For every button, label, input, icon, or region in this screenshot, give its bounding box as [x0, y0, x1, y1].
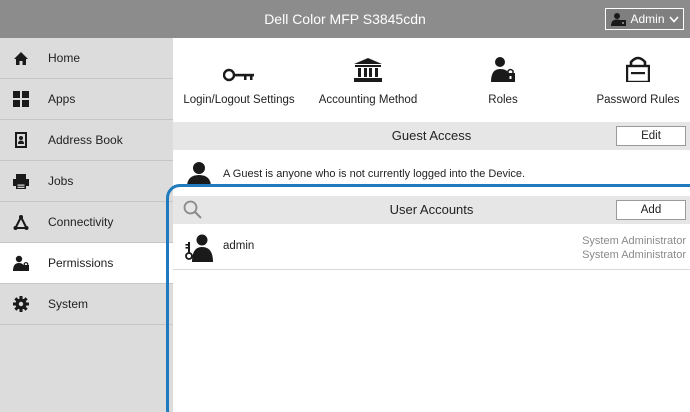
admin-user-label: Admin — [630, 12, 665, 26]
sidebar-item-label: Apps — [48, 92, 76, 106]
account-role: System Administrator — [582, 235, 686, 247]
sidebar-item-connectivity[interactable]: Connectivity — [0, 202, 173, 243]
tool-label: Accounting Method — [318, 94, 418, 106]
edit-guest-button[interactable]: Edit — [616, 126, 686, 146]
guest-description: A Guest is anyone who is not currently l… — [223, 168, 526, 180]
permissions-icon — [12, 254, 30, 272]
home-icon — [12, 49, 30, 67]
admin-user-button[interactable]: Admin — [605, 8, 684, 30]
sidebar-item-permissions[interactable]: Permissions — [0, 243, 173, 284]
printer-jobs-icon — [12, 172, 30, 190]
sidebar-item-label: Connectivity — [48, 215, 114, 229]
sidebar: Home Apps Address Book Jobs Connectivity… — [0, 38, 173, 412]
bank-icon — [354, 38, 382, 88]
password-rules-button[interactable]: Password Rules — [590, 38, 686, 120]
user-lock-icon — [491, 38, 515, 88]
account-roles: System Administrator System Administrato… — [582, 234, 686, 262]
account-role: System Administrator — [582, 249, 686, 261]
sidebar-item-jobs[interactable]: Jobs — [0, 161, 173, 202]
device-title: Dell Color MFP S3845cdn — [264, 11, 426, 27]
user-account-row[interactable]: admin System Administrator System Admini… — [173, 224, 690, 270]
account-name: admin — [223, 240, 255, 252]
user-accounts-title: User Accounts — [389, 202, 474, 217]
admin-user-icon — [610, 12, 627, 26]
top-bar: Dell Color MFP S3845cdn Admin — [0, 0, 690, 38]
padlock-icon — [626, 38, 650, 88]
key-icon — [223, 38, 255, 88]
login-logout-settings-button[interactable]: Login/Logout Settings — [183, 38, 295, 120]
gear-icon — [12, 295, 30, 313]
sidebar-item-apps[interactable]: Apps — [0, 79, 173, 120]
admin-key-user-icon — [185, 234, 213, 262]
tool-label: Roles — [488, 94, 518, 106]
sidebar-item-label: Address Book — [48, 133, 123, 147]
user-accounts-header: User Accounts Add — [173, 196, 690, 224]
network-icon — [12, 213, 30, 231]
add-user-button[interactable]: Add — [616, 200, 686, 220]
accounting-method-button[interactable]: Accounting Method — [313, 38, 423, 120]
chevron-down-icon — [668, 15, 679, 23]
sidebar-item-home[interactable]: Home — [0, 38, 173, 79]
sidebar-item-label: Home — [48, 51, 81, 65]
sidebar-item-system[interactable]: System — [0, 284, 173, 325]
tool-label: Password Rules — [596, 94, 680, 106]
guest-access-header: Guest Access Edit — [173, 122, 690, 150]
guest-person-icon — [187, 161, 211, 187]
guest-info-row: A Guest is anyone who is not currently l… — [173, 156, 690, 192]
main-content: Login/Logout Settings Accounting Method … — [173, 38, 690, 412]
sidebar-item-address-book[interactable]: Address Book — [0, 120, 173, 161]
sidebar-item-label: Jobs — [48, 174, 74, 188]
sidebar-item-label: Permissions — [48, 256, 114, 270]
tool-label: Login/Logout Settings — [183, 94, 295, 106]
sidebar-item-label: System — [48, 297, 89, 311]
roles-button[interactable]: Roles — [473, 38, 533, 120]
guest-access-title: Guest Access — [391, 128, 472, 143]
apps-grid-icon — [12, 90, 30, 108]
address-book-icon — [12, 131, 30, 149]
